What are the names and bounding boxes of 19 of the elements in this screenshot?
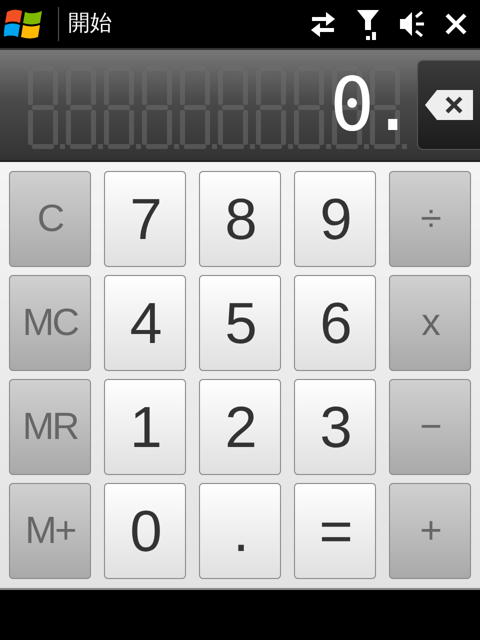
digit-key[interactable]: 1: [104, 379, 186, 475]
backspace-button[interactable]: [417, 60, 480, 150]
signal-icon[interactable]: [356, 8, 380, 40]
backspace-icon: [423, 88, 475, 122]
digit-key[interactable]: 3: [294, 379, 376, 475]
digit-key[interactable]: 8: [199, 171, 281, 267]
digit-key[interactable]: 2: [199, 379, 281, 475]
speaker-muted-icon[interactable]: [398, 9, 426, 39]
display-value: 0.: [330, 65, 411, 145]
digit-key[interactable]: 4: [104, 275, 186, 371]
digit-key[interactable]: 5: [199, 275, 281, 371]
digit-key[interactable]: =: [294, 483, 376, 579]
digit-key[interactable]: .: [199, 483, 281, 579]
window-title: 開始: [58, 7, 300, 41]
close-icon[interactable]: [444, 12, 468, 36]
digit-key[interactable]: 7: [104, 171, 186, 267]
digit-key[interactable]: 9: [294, 171, 376, 267]
digit-key[interactable]: 6: [294, 275, 376, 371]
digit-key[interactable]: 0: [104, 483, 186, 579]
